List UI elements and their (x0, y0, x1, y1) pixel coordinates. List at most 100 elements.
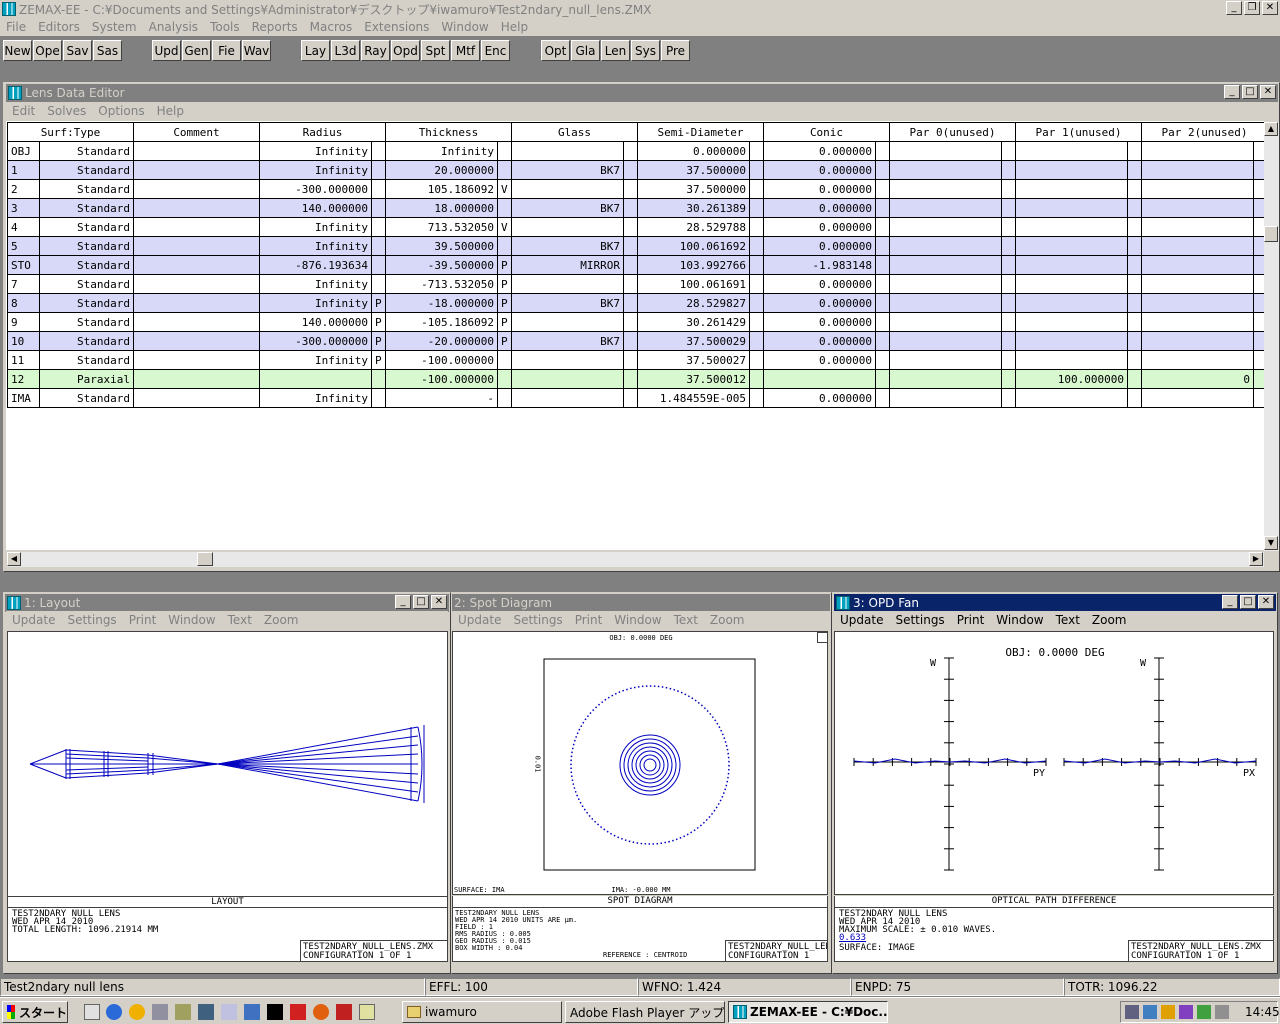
toolbar-ray-button[interactable]: Ray (361, 40, 390, 61)
col-header-par1[interactable]: Par 1(unused) (1015, 122, 1142, 142)
task-flash-update[interactable]: Adobe Flash Player アップデ... (565, 1001, 725, 1023)
thickness-cell[interactable]: -105.186092 (385, 312, 498, 332)
close-icon[interactable]: ✕ (1258, 595, 1274, 609)
semi-solve-cell[interactable] (749, 369, 764, 389)
table-row[interactable]: 8 Standard Infinity P -18.000000 P BK7 28.52982… (7, 293, 1268, 313)
thickness-cell[interactable]: Infinity (385, 141, 498, 161)
par0-cell[interactable] (889, 274, 1002, 294)
toolbar-save-button[interactable]: Sav (63, 40, 92, 61)
radius-solve-cell[interactable] (371, 274, 386, 294)
col-header-comment[interactable]: Comment (133, 122, 260, 142)
comment-cell[interactable] (133, 312, 260, 332)
opd-menu-settings[interactable]: Settings (889, 613, 950, 627)
radius-cell[interactable] (259, 369, 372, 389)
par1-solve-cell[interactable] (1127, 236, 1142, 256)
tray-icon[interactable] (1143, 1005, 1157, 1019)
surf-cell[interactable]: 11 (7, 350, 40, 370)
par2-cell[interactable] (1141, 293, 1254, 313)
conic-cell[interactable]: 0.000000 (763, 198, 876, 218)
layout-menu-update[interactable]: Update (6, 613, 61, 627)
toolbar-layout-button[interactable]: Lay (301, 40, 330, 61)
toolbar-pre-button[interactable]: Pre (661, 40, 690, 61)
type-cell[interactable]: Standard (39, 160, 134, 180)
glass-cell[interactable]: MIRROR (511, 255, 624, 275)
semi-solve-cell[interactable] (749, 331, 764, 351)
spot-menu-settings[interactable]: Settings (507, 613, 568, 627)
conic-solve-cell[interactable] (875, 179, 890, 199)
par0-solve-cell[interactable] (1001, 350, 1016, 370)
semi-diameter-cell[interactable]: 28.529827 (637, 293, 750, 313)
thickness-solve-cell[interactable]: P (497, 293, 512, 313)
start-button[interactable]: スタート (2, 1001, 68, 1023)
lde-menu-edit[interactable]: Edit (6, 104, 41, 118)
opd-menu-zoom[interactable]: Zoom (1086, 613, 1133, 627)
surf-cell[interactable]: 9 (7, 312, 40, 332)
col-header-conic[interactable]: Conic (763, 122, 890, 142)
type-cell[interactable]: Standard (39, 198, 134, 218)
comment-cell[interactable] (133, 198, 260, 218)
toolbar-field-button[interactable]: Fie (212, 40, 241, 61)
radius-solve-cell[interactable]: P (371, 331, 386, 351)
col-header-glass[interactable]: Glass (511, 122, 638, 142)
glass-solve-cell[interactable] (623, 141, 638, 161)
glass-solve-cell[interactable] (623, 217, 638, 237)
par1-cell[interactable] (1015, 236, 1128, 256)
conic-solve-cell[interactable] (875, 388, 890, 408)
conic-cell[interactable]: 0.000000 (763, 274, 876, 294)
table-row[interactable]: 9 Standard 140.000000 P -105.186092 P 30.26142… (7, 312, 1268, 332)
conic-cell[interactable]: 0.000000 (763, 293, 876, 313)
surf-cell[interactable]: STO (7, 255, 40, 275)
toolbar-wave-button[interactable]: Wav (242, 40, 271, 61)
toolbar-sys-button[interactable]: Sys (631, 40, 660, 61)
par1-cell[interactable] (1015, 198, 1128, 218)
par0-cell[interactable] (889, 331, 1002, 351)
opd-menu-window[interactable]: Window (990, 613, 1049, 627)
conic-cell[interactable]: 0.000000 (763, 312, 876, 332)
scroll-right-icon[interactable]: ▶ (1249, 552, 1263, 566)
thickness-cell[interactable]: 39.500000 (385, 236, 498, 256)
glass-cell[interactable]: BK7 (511, 236, 624, 256)
par1-solve-cell[interactable] (1127, 141, 1142, 161)
comment-cell[interactable] (133, 388, 260, 408)
conic-solve-cell[interactable] (875, 217, 890, 237)
layout-menu-settings[interactable]: Settings (61, 613, 122, 627)
par0-cell[interactable] (889, 217, 1002, 237)
table-row[interactable]: 12 Paraxial -100.000000 37.500012 100.000000… (7, 369, 1268, 389)
conic-solve-cell[interactable] (875, 255, 890, 275)
table-row[interactable]: IMA Standard Infinity - 1.484559E-005 0.00000… (7, 388, 1268, 408)
spot-resize-box[interactable] (817, 632, 828, 643)
radius-solve-cell[interactable]: P (371, 350, 386, 370)
thickness-solve-cell[interactable] (497, 388, 512, 408)
type-cell[interactable]: Standard (39, 388, 134, 408)
conic-solve-cell[interactable] (875, 160, 890, 180)
spot-menu-window[interactable]: Window (608, 613, 667, 627)
glass-cell[interactable] (511, 312, 624, 332)
menu-tools[interactable]: Tools (204, 20, 246, 34)
comment-cell[interactable] (133, 274, 260, 294)
par1-cell[interactable] (1015, 217, 1128, 237)
par2-cell[interactable] (1141, 388, 1254, 408)
surf-cell[interactable]: 1 (7, 160, 40, 180)
glass-cell[interactable] (511, 369, 624, 389)
thickness-cell[interactable]: 713.532050 (385, 217, 498, 237)
radius-cell[interactable]: Infinity (259, 293, 372, 313)
par2-cell[interactable] (1141, 141, 1254, 161)
glass-solve-cell[interactable] (623, 179, 638, 199)
conic-cell[interactable]: 0.000000 (763, 141, 876, 161)
surf-cell[interactable]: 2 (7, 179, 40, 199)
comment-cell[interactable] (133, 236, 260, 256)
table-row[interactable]: STO Standard -876.193634 -39.500000 P MIRROR 1… (7, 255, 1268, 275)
opd-title-bar[interactable]: 3: OPD Fan _ □ ✕ (834, 594, 1276, 612)
toolbar-opd-button[interactable]: Opd (391, 40, 420, 61)
internet-explorer-icon[interactable] (106, 1004, 122, 1020)
par2-cell[interactable] (1141, 179, 1254, 199)
table-row[interactable]: 4 Standard Infinity 713.532050 V 28.529788 0.0… (7, 217, 1268, 237)
thickness-cell[interactable]: -18.000000 (385, 293, 498, 313)
par0-solve-cell[interactable] (1001, 198, 1016, 218)
radius-solve-cell[interactable] (371, 369, 386, 389)
type-cell[interactable]: Standard (39, 331, 134, 351)
thickness-solve-cell[interactable]: P (497, 255, 512, 275)
lde-title-bar[interactable]: Lens Data Editor _ □ ✕ (6, 84, 1278, 102)
comment-cell[interactable] (133, 255, 260, 275)
glass-cell[interactable]: BK7 (511, 293, 624, 313)
